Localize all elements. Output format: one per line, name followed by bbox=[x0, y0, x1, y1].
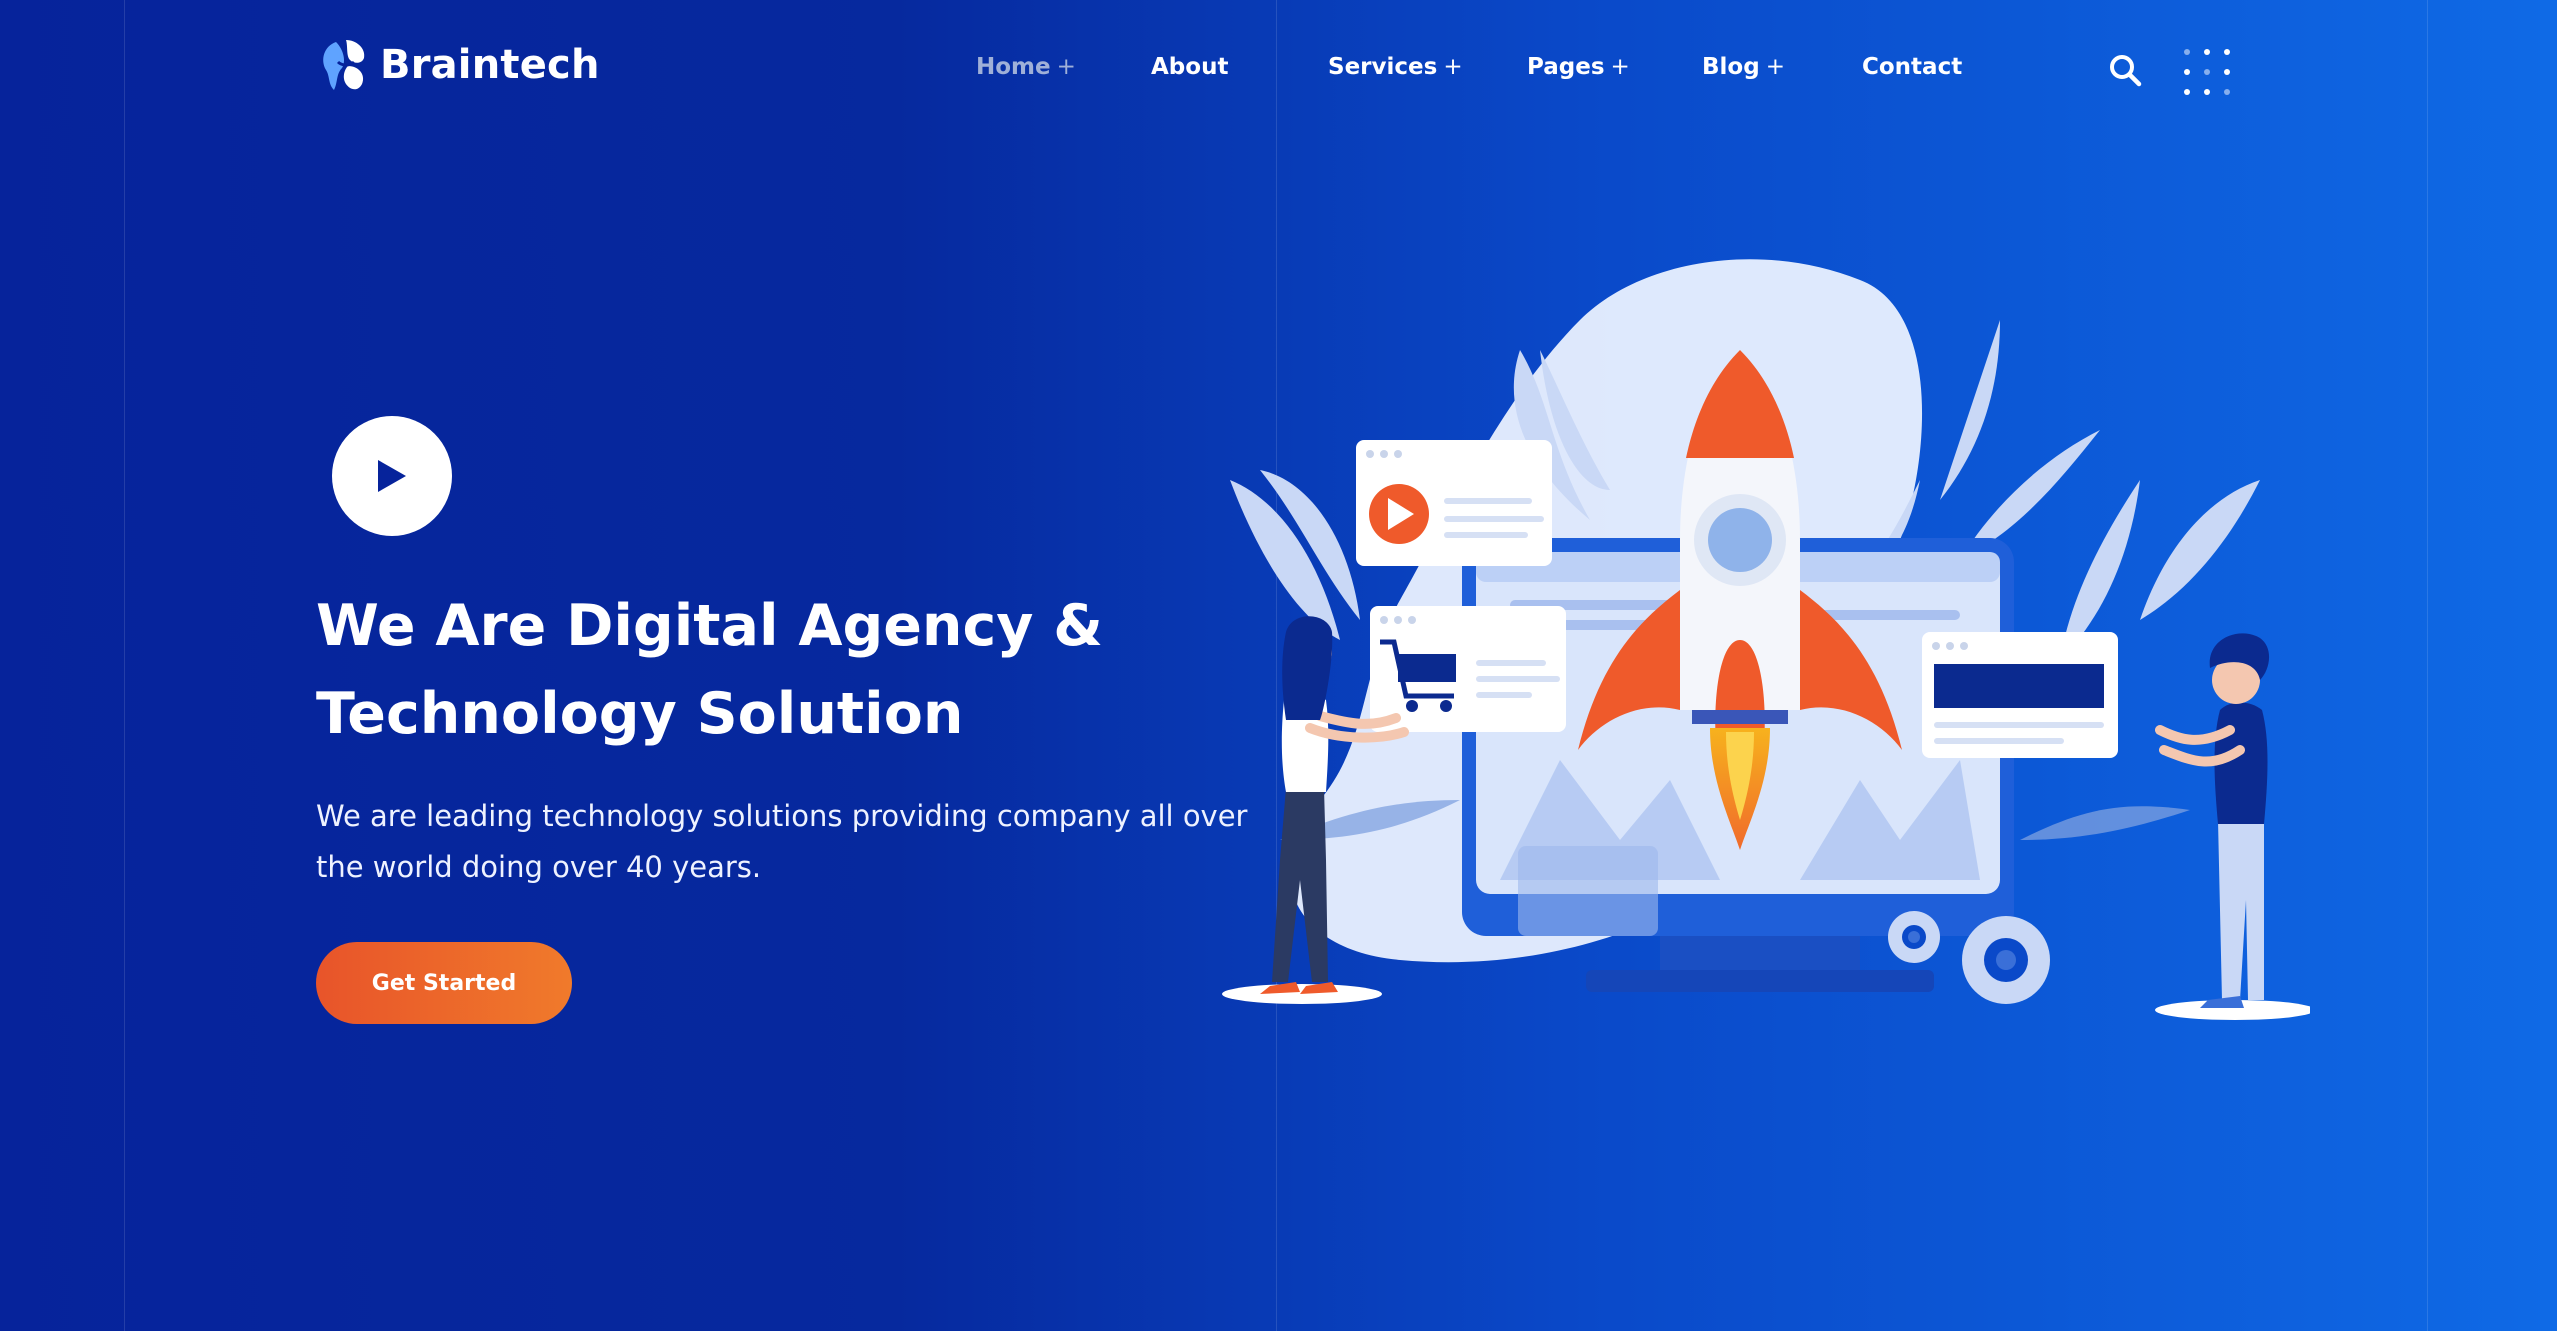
shopping-card bbox=[1370, 606, 1566, 732]
hero-title: We Are Digital Agency & Technology Solut… bbox=[316, 582, 1136, 758]
nav-plus-icon: + bbox=[1765, 54, 1785, 80]
braintech-logo-icon bbox=[323, 40, 365, 90]
nav-plus-icon: + bbox=[1610, 54, 1630, 80]
nav-plus-icon: + bbox=[1443, 54, 1463, 80]
hero-title-line: We Are Digital Agency & bbox=[316, 593, 1104, 659]
video-card bbox=[1356, 440, 1552, 566]
nav-item-label: Contact bbox=[1862, 54, 1963, 80]
get-started-button[interactable]: Get Started bbox=[316, 942, 572, 1024]
brand-name: Braintech bbox=[380, 42, 600, 88]
dots-grid-icon[interactable] bbox=[2184, 49, 2234, 95]
hero-illustration bbox=[1222, 259, 2310, 1020]
nav-item-about[interactable]: About bbox=[1151, 54, 1228, 80]
hero-title-line: Technology Solution bbox=[316, 681, 964, 747]
nav-item-label: Blog bbox=[1702, 54, 1760, 80]
nav-item-contact[interactable]: Contact bbox=[1862, 54, 1962, 80]
nav-item-pages[interactable]: Pages + bbox=[1527, 54, 1630, 80]
nav-item-blog[interactable]: Blog + bbox=[1702, 54, 1785, 80]
search-icon[interactable] bbox=[2107, 52, 2143, 88]
play-icon bbox=[378, 460, 406, 492]
person-man-illustration bbox=[2155, 633, 2310, 1020]
nav-item-label: Pages bbox=[1527, 54, 1605, 80]
play-video-button[interactable] bbox=[332, 416, 452, 536]
hero-subtitle: We are leading technology solutions prov… bbox=[316, 799, 1248, 884]
nav-item-label: Home bbox=[976, 54, 1051, 80]
nav-item-services[interactable]: Services + bbox=[1328, 54, 1463, 80]
nav-item-label: About bbox=[1151, 54, 1229, 80]
form-card bbox=[1922, 632, 2118, 758]
guide-line bbox=[124, 0, 125, 1331]
nav-item-label: Services bbox=[1328, 54, 1438, 80]
brand-logo[interactable]: Braintech bbox=[316, 36, 600, 94]
nav-plus-icon: + bbox=[1056, 54, 1076, 80]
nav-item-home[interactable]: Home + bbox=[976, 54, 1076, 80]
guide-line bbox=[2427, 0, 2428, 1331]
